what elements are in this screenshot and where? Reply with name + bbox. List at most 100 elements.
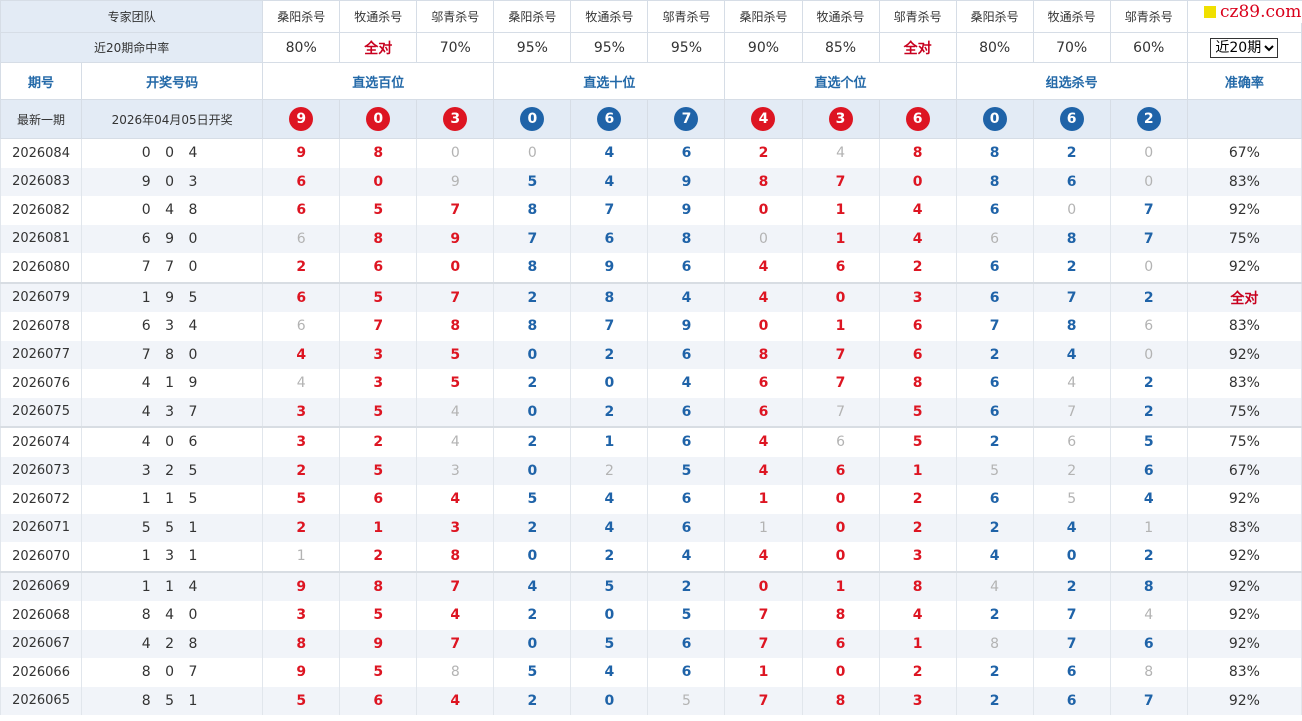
kill-number: 2 bbox=[493, 601, 572, 630]
kill-number: 7 bbox=[955, 312, 1034, 341]
kill-number: 4 bbox=[416, 601, 495, 630]
kill-number: 6 bbox=[647, 397, 726, 427]
latest-ball: 3 bbox=[828, 107, 853, 131]
kill-number: 6 bbox=[1032, 167, 1111, 196]
kill-number: 8 bbox=[1109, 658, 1188, 687]
issue-number: 2026084 bbox=[0, 138, 83, 168]
kill-number: 2 bbox=[1109, 369, 1188, 398]
issue-number: 2026065 bbox=[0, 686, 83, 715]
kill-number: 3 bbox=[878, 542, 957, 572]
kill-number: 6 bbox=[647, 426, 726, 457]
kill-number: 8 bbox=[339, 138, 418, 168]
latest-ball: 3 bbox=[443, 107, 468, 131]
latest-ball: 9 bbox=[289, 107, 314, 131]
kill-number: 0 bbox=[801, 281, 880, 312]
expert-team-row: 专家团队 桑阳杀号 牧通杀号 邬青杀号 桑阳杀号 牧通杀号 邬青杀号 桑阳杀号 … bbox=[0, 0, 1302, 33]
latest-ball: 0 bbox=[366, 107, 391, 131]
kill-number: 9 bbox=[262, 570, 341, 601]
draw-numbers: 1 9 5 bbox=[81, 281, 264, 312]
issue-number: 2026070 bbox=[0, 542, 83, 572]
latest-ball: 4 bbox=[751, 107, 776, 131]
draw-numbers: 4 2 8 bbox=[81, 629, 264, 658]
logo-square-icon bbox=[1204, 6, 1216, 18]
expert-name: 桑阳杀号 bbox=[955, 0, 1034, 33]
kill-number: 1 bbox=[801, 196, 880, 225]
kill-number: 8 bbox=[878, 570, 957, 601]
kill-number: 2 bbox=[878, 253, 957, 283]
kill-number: 6 bbox=[801, 629, 880, 658]
issue-header: 期号 bbox=[0, 62, 83, 100]
table-row: 2026079 1 9 5 6 5 7 2 8 4 4 0 3 6 7 2 全对 bbox=[0, 281, 1302, 312]
hundreds-header: 直选百位 bbox=[262, 62, 495, 100]
kill-number: 7 bbox=[1032, 629, 1111, 658]
kill-number: 2 bbox=[493, 686, 572, 715]
hit-rate: 95% bbox=[647, 32, 726, 63]
kill-number: 2 bbox=[1109, 281, 1188, 312]
kill-number: 1 bbox=[801, 570, 880, 601]
kill-number: 6 bbox=[955, 224, 1034, 253]
kill-number: 8 bbox=[724, 167, 803, 196]
kill-number: 2 bbox=[955, 658, 1034, 687]
kill-number: 7 bbox=[339, 312, 418, 341]
kill-number: 5 bbox=[493, 167, 572, 196]
kill-number: 8 bbox=[878, 369, 957, 398]
kill-number: 5 bbox=[262, 686, 341, 715]
table-row: 2026067 4 2 8 8 9 7 0 5 6 7 6 1 8 7 6 92% bbox=[0, 629, 1302, 658]
kill-number: 2 bbox=[1032, 456, 1111, 485]
accuracy-value: 75% bbox=[1186, 397, 1302, 427]
hit-rate: 90% bbox=[724, 32, 803, 63]
issue-number: 2026082 bbox=[0, 196, 83, 225]
kill-number: 0 bbox=[339, 167, 418, 196]
kill-number: 6 bbox=[878, 340, 957, 369]
kill-number: 4 bbox=[1109, 485, 1188, 514]
kill-number: 6 bbox=[955, 281, 1034, 312]
table-row: 2026084 0 0 4 9 8 0 0 4 6 2 4 8 8 2 0 67% bbox=[0, 138, 1302, 168]
kill-number: 2 bbox=[339, 426, 418, 457]
kill-number: 4 bbox=[878, 601, 957, 630]
kill-number: 8 bbox=[339, 224, 418, 253]
kill-number: 6 bbox=[262, 167, 341, 196]
accuracy-value: 全对 bbox=[1186, 281, 1302, 312]
kill-number: 5 bbox=[878, 426, 957, 457]
table-row: 2026073 3 2 5 2 5 3 0 2 5 4 6 1 5 2 6 67% bbox=[0, 456, 1302, 485]
issue-number: 2026066 bbox=[0, 658, 83, 687]
kill-number: 7 bbox=[416, 570, 495, 601]
kill-number: 8 bbox=[878, 138, 957, 168]
kill-number: 9 bbox=[570, 253, 649, 283]
kill-number: 6 bbox=[724, 369, 803, 398]
kill-number: 1 bbox=[878, 456, 957, 485]
kill-number: 0 bbox=[570, 369, 649, 398]
table-row: 2026078 6 3 4 6 7 8 8 7 9 0 1 6 7 8 6 83% bbox=[0, 312, 1302, 341]
kill-number: 7 bbox=[801, 397, 880, 427]
kill-number: 5 bbox=[339, 397, 418, 427]
kill-number: 3 bbox=[878, 686, 957, 715]
kill-number: 5 bbox=[493, 658, 572, 687]
kill-number: 6 bbox=[262, 224, 341, 253]
table-row: 2026082 0 4 8 6 5 7 8 7 9 0 1 4 6 0 7 92% bbox=[0, 196, 1302, 225]
site-logo[interactable]: cz89.com bbox=[1196, 1, 1302, 23]
issue-number: 2026078 bbox=[0, 312, 83, 341]
latest-ball: 6 bbox=[905, 107, 930, 131]
kill-number: 9 bbox=[647, 167, 726, 196]
kill-number: 0 bbox=[493, 629, 572, 658]
kill-number: 8 bbox=[339, 570, 418, 601]
kill-number: 7 bbox=[1109, 224, 1188, 253]
kill-number: 5 bbox=[570, 629, 649, 658]
latest-ball: 7 bbox=[674, 107, 699, 131]
kill-number: 2 bbox=[493, 426, 572, 457]
draw-numbers: 4 3 7 bbox=[81, 397, 264, 427]
hit-rate-label: 近20期命中率 bbox=[0, 32, 264, 63]
kill-number: 6 bbox=[647, 485, 726, 514]
table-row: 2026074 4 0 6 3 2 4 2 1 6 4 6 5 2 6 5 75% bbox=[0, 426, 1302, 457]
issue-number: 2026074 bbox=[0, 426, 83, 457]
kill-number: 2 bbox=[1109, 542, 1188, 572]
latest-draw-row: 最新一期 2026年04月05日开奖 9 0 3 0 6 7 4 3 6 0 6… bbox=[0, 99, 1302, 139]
kill-number: 3 bbox=[262, 426, 341, 457]
expert-name: 牧通杀号 bbox=[1032, 0, 1111, 33]
kill-number: 4 bbox=[801, 138, 880, 168]
kill-number: 6 bbox=[1109, 312, 1188, 341]
kill-number: 0 bbox=[801, 542, 880, 572]
kill-number: 8 bbox=[1032, 312, 1111, 341]
kill-number: 3 bbox=[339, 340, 418, 369]
period-select[interactable]: 近20期 bbox=[1210, 37, 1279, 58]
